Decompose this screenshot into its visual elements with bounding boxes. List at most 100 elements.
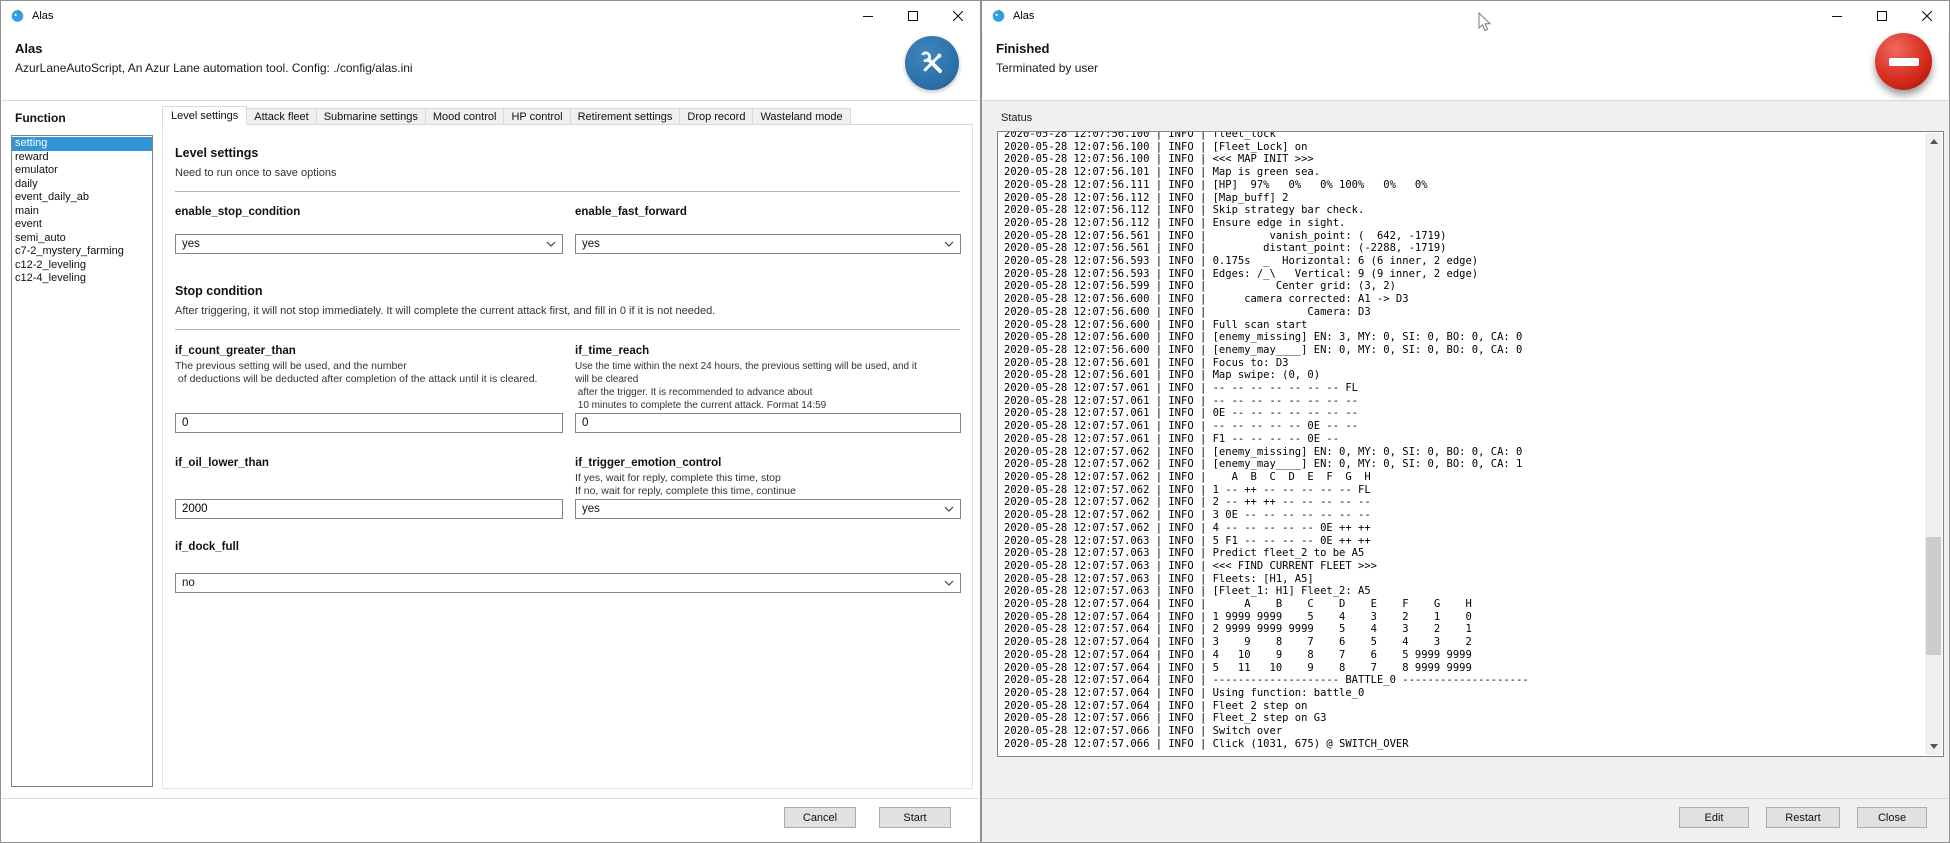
maximize-button[interactable] (890, 1, 935, 30)
maximize-button[interactable] (1859, 1, 1904, 30)
field-label: if_trigger_emotion_control (575, 457, 961, 469)
wrench-screwdriver-icon (917, 48, 947, 78)
minimize-icon (1832, 11, 1842, 21)
function-list-item[interactable]: reward (12, 151, 152, 165)
close-run-button[interactable]: Close (1857, 807, 1927, 828)
level-settings-panel: Level settings Need to run once to save … (162, 124, 973, 789)
function-list-item[interactable]: emulator (12, 164, 152, 178)
chevron-down-icon (944, 580, 954, 586)
field-label: if_count_greater_than (175, 345, 563, 357)
window-title: Alas (32, 10, 53, 22)
no-entry-bar (1889, 58, 1919, 66)
if-dock-full-select[interactable]: no (175, 573, 961, 593)
select-value: yes (182, 238, 200, 250)
function-list[interactable]: settingrewardemulatordailyevent_daily_ab… (11, 135, 153, 787)
run-status-title: Finished (996, 41, 1049, 56)
close-button[interactable] (1904, 1, 1949, 30)
function-list-item[interactable]: c12-2_leveling (12, 259, 152, 273)
scroll-up-arrow-icon[interactable] (1925, 133, 1942, 150)
settings-tabs: Level settingsAttack fleetSubmarine sett… (162, 107, 850, 125)
function-list-item[interactable]: event_daily_ab (12, 191, 152, 205)
function-list-item[interactable]: main (12, 205, 152, 219)
chevron-down-icon (944, 241, 954, 247)
tools-badge (905, 36, 959, 90)
section-title-stop-condition: Stop condition (175, 284, 960, 298)
settings-tab[interactable]: Level settings (162, 106, 247, 125)
field-if-time-reach: if_time_reach Use the time within the ne… (575, 345, 961, 433)
close-button[interactable] (935, 1, 980, 30)
alas-logo-icon (10, 8, 25, 23)
settings-tab[interactable]: Submarine settings (316, 108, 426, 125)
settings-tab[interactable]: Drop record (679, 108, 753, 125)
enable-stop-condition-select[interactable]: yes (175, 234, 563, 254)
settings-tab[interactable]: HP control (503, 108, 570, 125)
start-button[interactable]: Start (879, 807, 951, 828)
restart-button[interactable]: Restart (1766, 807, 1840, 828)
titlebar[interactable]: Alas (982, 1, 1949, 30)
field-enable-fast-forward: enable_fast_forward yes (575, 206, 961, 254)
field-label: if_oil_lower_than (175, 457, 563, 469)
edit-button[interactable]: Edit (1679, 807, 1749, 828)
log-scrollbar[interactable] (1925, 133, 1942, 755)
minimize-button[interactable] (845, 1, 890, 30)
if-time-reach-input[interactable] (575, 413, 961, 433)
field-enable-stop-condition: enable_stop_condition yes (175, 206, 563, 254)
field-label: if_time_reach (575, 345, 961, 357)
field-if-count-greater-than: if_count_greater_than The previous setti… (175, 345, 563, 433)
field-label: enable_fast_forward (575, 206, 961, 218)
run-status-subtitle: Terminated by user (996, 61, 1098, 75)
settings-tab[interactable]: Mood control (425, 108, 505, 125)
alas-logo-icon (991, 8, 1006, 23)
window-title: Alas (1013, 10, 1034, 22)
alas-settings-window: Alas Alas AzurLaneAutoScript, An Azur La… (0, 0, 981, 843)
enable-fast-forward-select[interactable]: yes (575, 234, 961, 254)
field-if-dock-full: if_dock_full no (175, 541, 961, 593)
minimize-icon (863, 11, 873, 21)
function-list-item[interactable]: c7-2_mystery_farming (12, 245, 152, 259)
settings-tab[interactable]: Attack fleet (246, 108, 316, 125)
status-group-label: Status (1001, 112, 1032, 124)
run-status-header: Finished Terminated by user (983, 30, 1948, 101)
titlebar[interactable]: Alas (1, 1, 980, 30)
settings-tab[interactable]: Wasteland mode (752, 108, 850, 125)
minimize-button[interactable] (1814, 1, 1859, 30)
maximize-icon (908, 11, 918, 21)
chevron-down-icon (546, 241, 556, 247)
function-list-item[interactable]: semi_auto (12, 232, 152, 246)
field-label: enable_stop_condition (175, 206, 563, 218)
settings-tab[interactable]: Retirement settings (570, 108, 681, 125)
field-description: Use the time within the next 24 hours, t… (575, 360, 961, 412)
field-if-trigger-emotion-control: if_trigger_emotion_control If yes, wait … (575, 457, 961, 519)
field-description: If yes, wait for reply, complete this ti… (575, 472, 961, 498)
stopped-badge-icon (1875, 33, 1932, 90)
close-icon (953, 11, 963, 21)
function-list-item[interactable]: daily (12, 178, 152, 192)
function-list-item[interactable]: event (12, 218, 152, 232)
if-oil-lower-than-input[interactable] (175, 499, 563, 519)
status-group: Status 2020-05-28 12:07:56.100 | INFO | … (983, 102, 1948, 841)
log-text: 2020-05-28 12:07:56.100 | INFO | fleet_l… (998, 131, 1943, 750)
if-count-greater-than-input[interactable] (175, 413, 563, 433)
function-list-item[interactable]: c12-4_leveling (12, 272, 152, 286)
section-title-level-settings: Level settings (175, 146, 960, 160)
field-description: The previous setting will be used, and t… (175, 360, 563, 386)
function-list-item[interactable]: setting (12, 137, 152, 151)
chevron-down-icon (944, 506, 954, 512)
select-value: yes (582, 503, 600, 515)
scroll-down-arrow-icon[interactable] (1925, 738, 1942, 755)
cancel-button[interactable]: Cancel (784, 807, 856, 828)
desktop: { "colors": { "selection_blue": "#3295d6… (0, 0, 1950, 843)
select-value: yes (582, 238, 600, 250)
function-panel-label: Function (15, 111, 66, 125)
settings-header: Alas AzurLaneAutoScript, An Azur Lane au… (2, 30, 979, 101)
section-desc-level-settings: Need to run once to save options (175, 167, 960, 179)
maximize-icon (1877, 11, 1887, 21)
alas-log-window: Alas Finished Terminated by user Status … (981, 0, 1950, 843)
field-if-oil-lower-than: if_oil_lower_than (175, 457, 563, 519)
if-trigger-emotion-control-select[interactable]: yes (575, 499, 961, 519)
close-icon (1922, 11, 1932, 21)
scrollbar-thumb[interactable] (1926, 537, 1941, 655)
select-value: no (182, 577, 195, 589)
log-output[interactable]: 2020-05-28 12:07:56.100 | INFO | fleet_l… (997, 131, 1944, 757)
footer-divider (983, 798, 1948, 799)
